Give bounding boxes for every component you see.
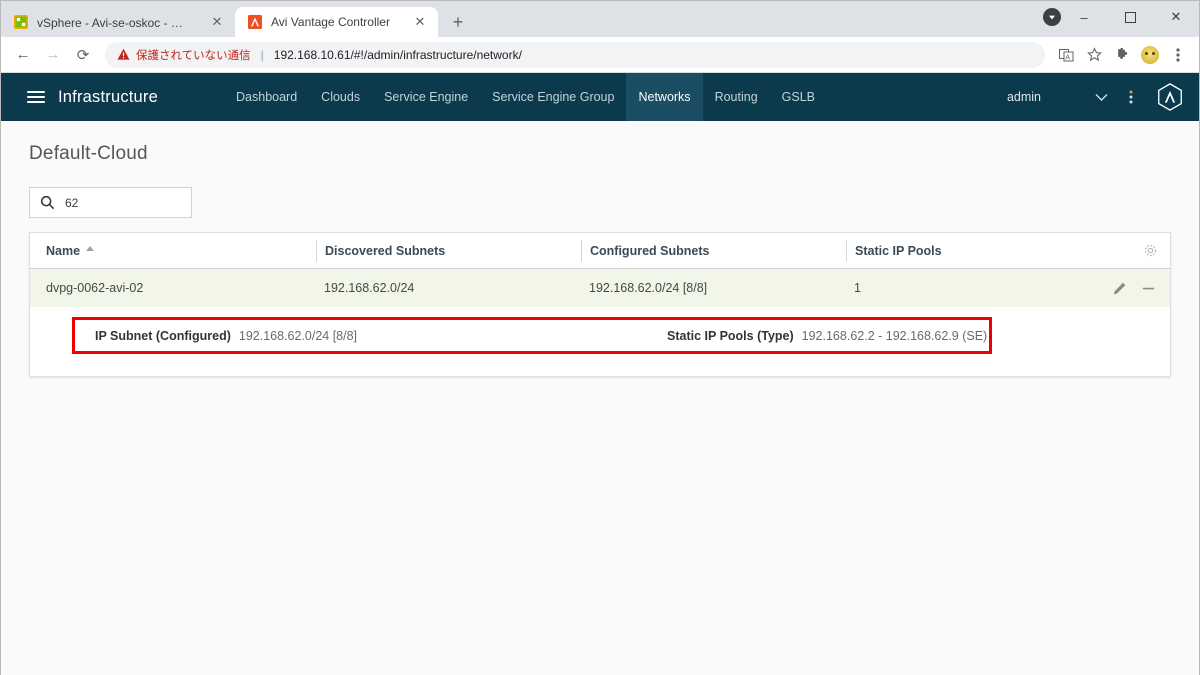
cell-discovered-subnets: 192.168.62.0/24 <box>324 281 415 295</box>
search-icon <box>40 195 55 210</box>
vertical-dots-icon[interactable] <box>1117 73 1145 121</box>
browser-tab-avi[interactable]: Avi Vantage Controller ✕ <box>235 7 438 37</box>
main-navigation: Dashboard Clouds Service Engine Service … <box>224 73 827 121</box>
nav-item-networks[interactable]: Networks <box>626 73 703 121</box>
detail-field-static-ip-pools: Static IP Pools (Type) 192.168.62.2 - 19… <box>667 329 987 343</box>
row-actions <box>1112 281 1156 296</box>
browser-menu-icon[interactable] <box>1165 42 1191 68</box>
browser-tab-title: vSphere - Avi-se-oskoc - サマリ <box>37 15 187 30</box>
download-indicator-icon[interactable] <box>1043 8 1061 26</box>
forward-button[interactable]: → <box>39 41 67 69</box>
window-controls: – ✕ <box>1061 1 1199 33</box>
reload-button[interactable]: ⟳ <box>69 41 97 69</box>
nav-item-dashboard[interactable]: Dashboard <box>224 73 309 121</box>
avi-hexagon-logo[interactable] <box>1155 82 1185 112</box>
column-header-static-ip-pools[interactable]: Static IP Pools <box>846 239 1130 262</box>
security-status-text: 保護されていない通信 <box>136 49 251 62</box>
translate-icon[interactable]: A <box>1053 42 1079 68</box>
detail-field-ip-subnet: IP Subnet (Configured) 192.168.62.0/24 [… <box>95 329 357 343</box>
chevron-down-icon[interactable] <box>1087 73 1115 121</box>
nav-item-clouds[interactable]: Clouds <box>309 73 372 121</box>
column-header-configured-subnets[interactable]: Configured Subnets <box>581 239 846 262</box>
table-toolbar: 62 <box>1 165 1199 218</box>
detail-value-ip-subnet: 192.168.62.0/24 [8/8] <box>238 328 358 343</box>
back-button[interactable]: ← <box>9 41 37 69</box>
row-detail-panel: IP Subnet (Configured) 192.168.62.0/24 [… <box>30 307 1170 376</box>
window-minimize-button[interactable]: – <box>1061 1 1107 33</box>
app-header: Infrastructure Dashboard Clouds Service … <box>1 73 1199 121</box>
new-tab-button[interactable]: + <box>444 8 472 36</box>
search-input-value: 62 <box>65 195 79 210</box>
page-content: Default-Cloud 62 Name Discovered Subnets… <box>1 121 1199 675</box>
browser-window: vSphere - Avi-se-oskoc - サマリ ✕ Avi Vanta… <box>0 0 1200 675</box>
column-header-discovered-subnets[interactable]: Discovered Subnets <box>316 239 581 262</box>
browser-tab-vsphere[interactable]: vSphere - Avi-se-oskoc - サマリ ✕ <box>1 7 235 37</box>
window-maximize-button[interactable] <box>1107 1 1153 33</box>
table-row[interactable]: dvpg-0062-avi-02 192.168.62.0/24 192.168… <box>30 269 1170 307</box>
window-close-button[interactable]: ✕ <box>1153 1 1199 33</box>
omnibox-actions: A <box>1053 42 1191 68</box>
tab-close-icon[interactable]: ✕ <box>412 14 428 30</box>
cell-network-name: dvpg-0062-avi-02 <box>46 281 144 295</box>
column-header-name-label: Name <box>46 243 81 258</box>
browser-toolbar: ← → ⟳ 保護されていない通信 | 192.168.10.61/#!/admi… <box>1 37 1199 73</box>
hamburger-menu-icon[interactable] <box>27 91 45 103</box>
detail-value-static-ip-pools: 192.168.62.2 - 192.168.62.9 (SE) <box>801 328 988 343</box>
current-user-label: admin <box>1006 90 1041 104</box>
app-title: Infrastructure <box>58 87 159 106</box>
sort-ascending-icon <box>86 246 95 251</box>
svg-text:A: A <box>1065 54 1070 61</box>
cell-configured-subnets: 192.168.62.0/24 [8/8] <box>589 281 708 295</box>
detail-label-static-ip-pools: Static IP Pools (Type) <box>667 328 794 343</box>
minus-remove-icon[interactable] <box>1141 281 1156 296</box>
extensions-puzzle-icon[interactable] <box>1109 42 1135 68</box>
gear-icon <box>1144 244 1156 257</box>
nav-item-gslb[interactable]: GSLB <box>770 73 827 121</box>
warning-triangle-icon <box>117 48 130 60</box>
networks-table-card: Name Discovered Subnets Configured Subne… <box>29 232 1171 377</box>
table-settings-gear[interactable] <box>1130 243 1170 258</box>
page-title: Default-Cloud <box>29 143 148 164</box>
profile-avatar[interactable] <box>1137 42 1163 68</box>
nav-item-service-engine[interactable]: Service Engine <box>372 73 480 121</box>
detail-label-ip-subnet: IP Subnet (Configured) <box>95 328 231 343</box>
nav-item-service-engine-group[interactable]: Service Engine Group <box>480 73 626 121</box>
header-right-actions: admin <box>1007 73 1199 121</box>
search-input[interactable]: 62 <box>29 187 192 218</box>
nav-item-routing[interactable]: Routing <box>703 73 770 121</box>
pencil-edit-icon[interactable] <box>1112 281 1127 296</box>
browser-tab-strip: vSphere - Avi-se-oskoc - サマリ ✕ Avi Vanta… <box>1 1 1199 37</box>
bookmark-star-icon[interactable] <box>1081 42 1107 68</box>
avi-icon <box>248 15 262 29</box>
omnibox-separator: | <box>260 47 264 62</box>
browser-tab-title: Avi Vantage Controller <box>271 15 390 29</box>
column-header-name[interactable]: Name <box>38 240 316 262</box>
vsphere-icon <box>14 15 28 29</box>
detail-annotation-box: IP Subnet (Configured) 192.168.62.0/24 [… <box>72 317 992 354</box>
url-text: 192.168.10.61/#!/admin/infrastructure/ne… <box>273 47 522 62</box>
table-header-row: Name Discovered Subnets Configured Subne… <box>30 233 1170 269</box>
address-bar[interactable]: 保護されていない通信 | 192.168.10.61/#!/admin/infr… <box>105 41 1045 68</box>
tab-close-icon[interactable]: ✕ <box>209 14 225 30</box>
